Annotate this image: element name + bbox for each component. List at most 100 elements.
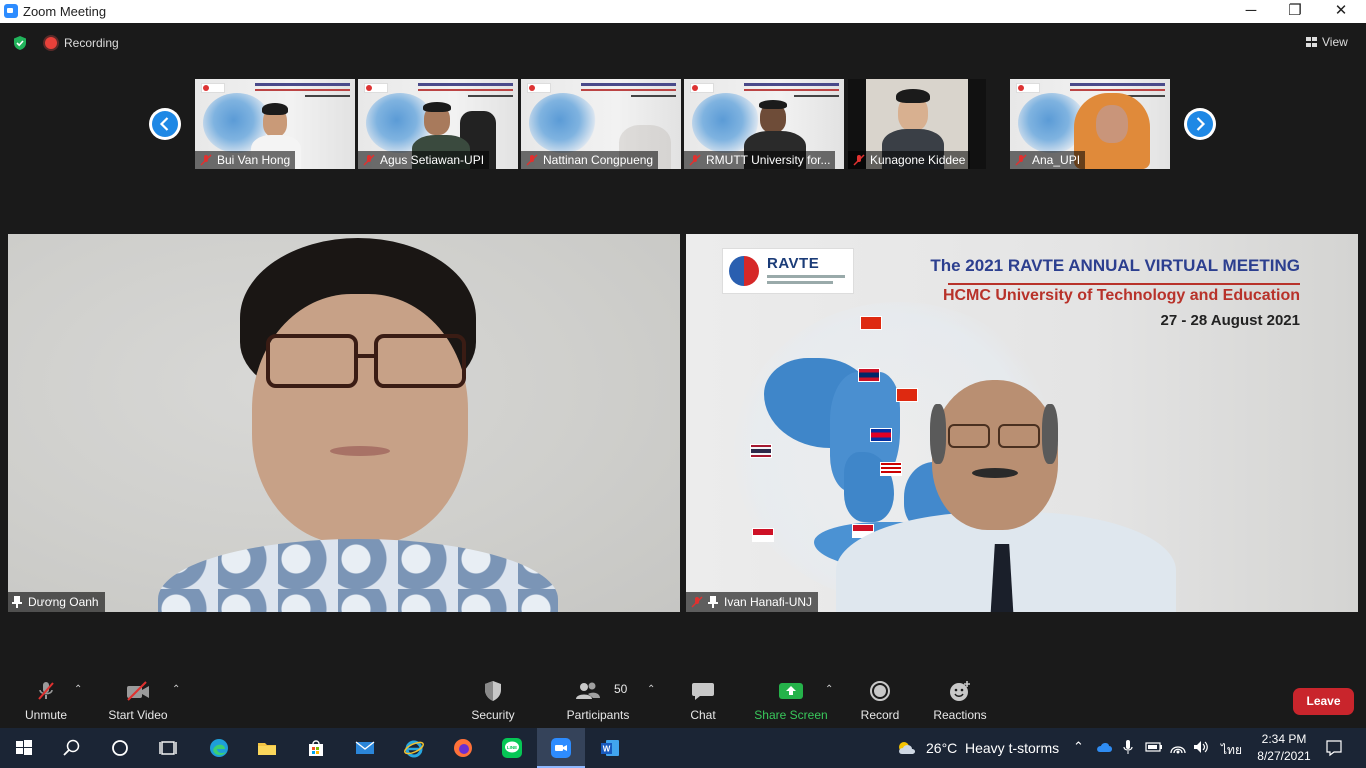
- search-icon: [63, 739, 80, 756]
- participant-thumbnail[interactable]: Bui Van Hong: [195, 79, 355, 169]
- mic-muted-icon: [689, 154, 701, 166]
- video-off-icon: [127, 681, 149, 701]
- close-button[interactable]: ✕: [1318, 0, 1364, 23]
- participant-name-tag: Dương Oanh: [8, 592, 105, 612]
- chevron-left-icon: [152, 111, 178, 137]
- zoom-app[interactable]: [537, 728, 585, 768]
- participant-thumbnail[interactable]: Kunagone Kiddee: [848, 79, 986, 169]
- taskbar-clock[interactable]: 2:34 PM 8/27/2021: [1254, 731, 1314, 765]
- file-explorer-icon: [258, 743, 276, 755]
- mic-muted-icon: [38, 682, 54, 700]
- security-label: Security: [471, 708, 515, 722]
- participants-count: 50: [614, 682, 628, 696]
- leave-meeting-button[interactable]: Leave: [1293, 688, 1354, 715]
- encryption-shield-icon[interactable]: [12, 35, 28, 51]
- minimize-button[interactable]: ─: [1228, 0, 1274, 23]
- word-icon: W: [601, 740, 619, 756]
- meeting-toolbar: Unmute ⌃ Start Video ⌃ Security 50 Parti…: [0, 670, 1366, 728]
- store-app[interactable]: [292, 728, 340, 768]
- view-button[interactable]: View: [1306, 35, 1348, 49]
- participant-name: RMUTT University for...: [706, 153, 831, 167]
- participant-name: Ana_UPI: [1032, 153, 1081, 167]
- start-button[interactable]: [0, 728, 48, 768]
- mic-muted-icon: [363, 154, 375, 166]
- microphone-tray-icon[interactable]: [1122, 739, 1134, 755]
- main-video-tile-left[interactable]: Dương Oanh: [8, 234, 680, 612]
- zoom-app-icon: [4, 4, 18, 18]
- participant-name-tag: Ivan Hanafi-UNJ: [686, 592, 819, 612]
- pin-icon: [708, 596, 718, 608]
- edge-app[interactable]: [195, 728, 243, 768]
- participant-thumbnail[interactable]: RMUTT University for...: [684, 79, 844, 169]
- internet-explorer-app[interactable]: [390, 728, 438, 768]
- participant-thumbnail[interactable]: Nattinan Congpueng: [521, 79, 681, 169]
- recording-indicator-icon: [45, 37, 57, 49]
- participant-video: [1074, 91, 1170, 169]
- participant-thumbnail[interactable]: Agus Setiawan-UPI: [358, 79, 518, 169]
- search-button[interactable]: [48, 728, 96, 768]
- record-button[interactable]: Record: [856, 670, 904, 728]
- restore-button[interactable]: ❐: [1272, 0, 1318, 23]
- participant-thumbnail[interactable]: Ana_UPI: [1010, 79, 1170, 169]
- weather-temperature[interactable]: 26°C: [926, 740, 957, 756]
- participant-name-tag: Bui Van Hong: [195, 151, 296, 169]
- unmute-button[interactable]: Unmute: [14, 670, 78, 728]
- audio-options-chevron-icon[interactable]: ⌃: [74, 684, 84, 695]
- window-title: Zoom Meeting: [23, 4, 107, 19]
- participants-button[interactable]: 50 Participants: [562, 670, 634, 728]
- gallery-prev-button[interactable]: [149, 108, 181, 140]
- weather-description[interactable]: Heavy t-storms: [965, 740, 1059, 756]
- participant-name: Ivan Hanafi-UNJ: [724, 595, 813, 609]
- unmute-label: Unmute: [24, 708, 68, 722]
- chevron-right-icon: [1187, 111, 1213, 137]
- cortana-button[interactable]: [96, 728, 144, 768]
- wifi-icon[interactable]: [1170, 740, 1186, 754]
- show-hidden-icons-chevron-icon[interactable]: ⌃: [1073, 739, 1084, 755]
- recording-label[interactable]: Recording: [64, 36, 119, 50]
- clock-time: 2:34 PM: [1261, 732, 1307, 746]
- grid-view-icon: [1306, 37, 1317, 47]
- line-app[interactable]: LINE: [488, 728, 536, 768]
- internet-explorer-icon: [404, 740, 424, 758]
- view-label: View: [1322, 35, 1348, 49]
- mic-muted-icon: [200, 154, 212, 166]
- svg-text:W: W: [603, 745, 611, 754]
- pin-icon: [12, 596, 22, 608]
- line-icon: LINE: [502, 738, 522, 758]
- zoom-icon: [551, 738, 571, 758]
- cortana-icon: [112, 740, 128, 756]
- volume-icon[interactable]: [1193, 740, 1209, 754]
- share-options-chevron-icon[interactable]: ⌃: [825, 684, 835, 695]
- security-button[interactable]: Security: [466, 670, 520, 728]
- video-options-chevron-icon[interactable]: ⌃: [172, 684, 182, 695]
- onedrive-cloud-icon[interactable]: [1096, 741, 1114, 753]
- record-icon: [870, 681, 890, 701]
- participant-video: [686, 234, 1358, 612]
- firefox-icon: [454, 739, 472, 757]
- share-screen-label: Share Screen: [754, 708, 828, 722]
- firefox-app[interactable]: [439, 728, 487, 768]
- reactions-label: Reactions: [933, 708, 987, 722]
- task-view-button[interactable]: [144, 728, 192, 768]
- file-explorer-app[interactable]: [243, 728, 291, 768]
- main-video-tile-right[interactable]: RAVTE The 2021 RAVTE ANNUAL VIRTUAL MEET…: [686, 234, 1358, 612]
- start-video-button[interactable]: Start Video: [104, 670, 172, 728]
- notifications-icon[interactable]: [1325, 739, 1343, 757]
- weather-storm-icon: [899, 742, 915, 754]
- reactions-button[interactable]: Reactions: [930, 670, 990, 728]
- clock-date: 8/27/2021: [1257, 749, 1311, 763]
- mail-icon: [355, 741, 375, 754]
- share-screen-icon: [779, 683, 803, 699]
- participants-options-chevron-icon[interactable]: ⌃: [647, 684, 657, 695]
- participant-name-tag: Nattinan Congpueng: [521, 151, 659, 169]
- share-screen-button[interactable]: Share Screen: [752, 670, 830, 728]
- chat-button[interactable]: Chat: [680, 670, 726, 728]
- input-language-indicator[interactable]: ไทย: [1221, 741, 1242, 760]
- participant-name: Dương Oanh: [28, 595, 99, 609]
- word-app[interactable]: W: [586, 728, 634, 768]
- mail-app[interactable]: [341, 728, 389, 768]
- participant-name: Nattinan Congpueng: [543, 153, 654, 167]
- window-title-bar: Zoom Meeting ─ ❐ ✕: [0, 0, 1366, 23]
- gallery-next-button[interactable]: [1184, 108, 1216, 140]
- battery-icon[interactable]: [1145, 741, 1163, 753]
